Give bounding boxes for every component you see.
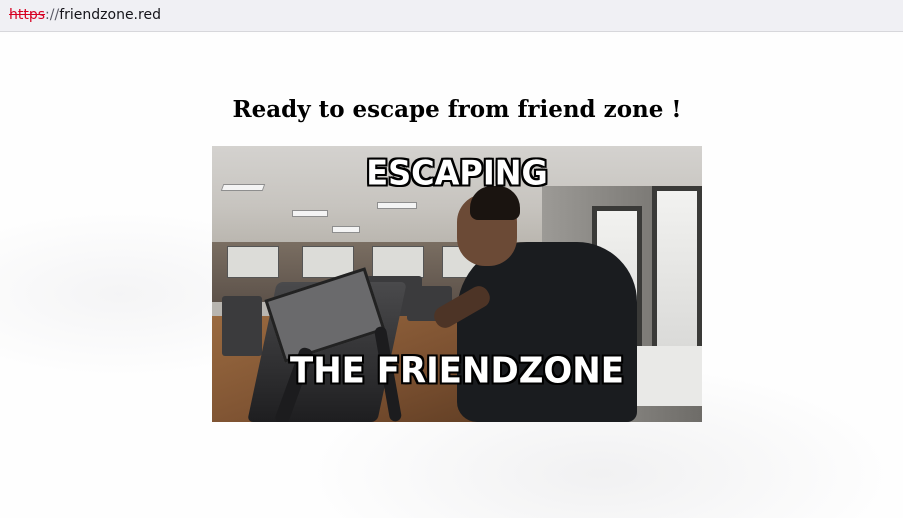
running-man [457, 242, 637, 422]
url-scheme-insecure: https [9, 7, 46, 23]
meme-bottom-caption: THE FRIENDZONE [290, 350, 624, 392]
ceiling-light [377, 202, 417, 209]
meme-top-caption: ESCAPING [366, 153, 548, 193]
url-text[interactable]: https://friendzone.red [9, 7, 161, 23]
url-separator: :// [45, 7, 60, 23]
side-window [652, 186, 702, 366]
gym-machine [222, 296, 262, 356]
back-window [227, 246, 279, 278]
meme-gif: ESCAPING THE FRIENDZONE [212, 146, 702, 422]
back-window [372, 246, 424, 278]
address-bar[interactable]: https://friendzone.red [0, 0, 903, 32]
page-title: Ready to escape from friend zone ! [232, 96, 682, 123]
url-host: friendzone.red [59, 7, 161, 23]
ceiling-light [292, 210, 328, 217]
ceiling-light [332, 226, 360, 233]
